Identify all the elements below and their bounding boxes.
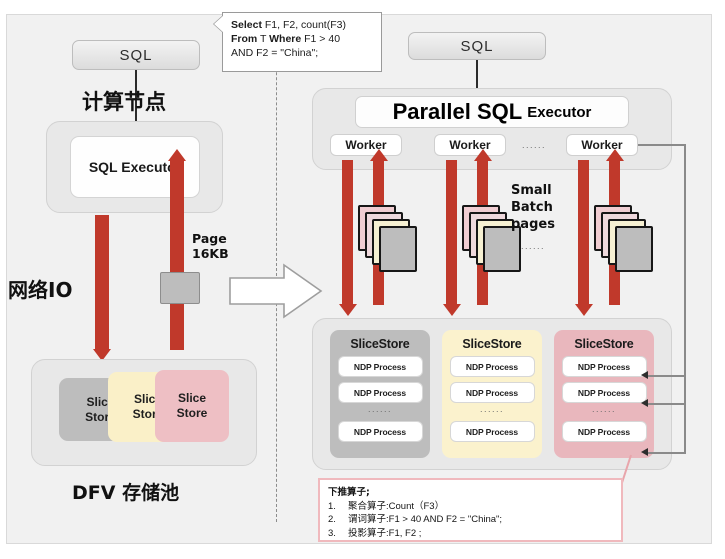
small-batch-pages-label: Small Batch pages [511, 182, 555, 233]
left-slice-store-3: Slice Store [155, 370, 229, 442]
ndp-process: NDP Process [449, 356, 535, 377]
left-slice-store-3-line2: Store [176, 406, 208, 420]
worker2-down-arrow [446, 160, 457, 305]
right-sql-arrow [476, 60, 478, 90]
page-label-line1: Page [192, 231, 227, 246]
dfv-storage-pool-title: DFV 存储池 [72, 482, 180, 504]
slice-store-column-1-ellipsis: ...... [367, 404, 392, 414]
ndp-feed-line-1 [648, 375, 685, 377]
slice-store-column-3-title: SliceStore [574, 337, 634, 351]
executor-title-small: Executor [527, 103, 592, 121]
callout-line2-mid: T [257, 33, 270, 45]
callout-line2-keyword1: From [231, 33, 258, 45]
legend-item-value: F1 > 40 AND F2 = "China"; [388, 514, 503, 525]
worker-box-2: Worker [434, 134, 506, 156]
callout-line2-rest: F1 > 40 [301, 33, 341, 45]
compute-node-title: 计算节点 [82, 90, 166, 114]
page-stack-1 [358, 205, 417, 283]
legend-item: 1. 聚合算子 : Count（F3） [328, 500, 613, 514]
slice-store-column-3-ellipsis: ...... [591, 404, 616, 414]
slice-store-column-3: SliceStore NDP Process NDP Process .....… [554, 330, 654, 458]
page-label-line2: 16KB [192, 246, 229, 261]
ndp-process: NDP Process [337, 382, 423, 403]
network-io-label: 网络IO [8, 278, 73, 302]
ndp-feed-arrow-3 [641, 448, 648, 456]
legend-item-number: 2. [328, 514, 336, 525]
callout-line2-keyword2: Where [269, 33, 302, 45]
worker-ellipsis: ...... [521, 140, 546, 150]
slice-store-column-1: SliceStore NDP Process NDP Process .....… [330, 330, 430, 458]
callout-line-2: From T Where F1 > 40 [231, 32, 374, 46]
small-batch-line3: pages [511, 217, 555, 232]
callout-line-3: AND F2 = "China"; [231, 47, 319, 59]
ndp-process: NDP Process [337, 421, 423, 442]
worker-bus-vertical [684, 144, 686, 454]
callout-line1-keyword: Select [231, 19, 262, 31]
page-16kb-card [160, 272, 200, 304]
left-sql-box: SQL [72, 40, 200, 70]
ndp-feed-arrow-1 [641, 371, 648, 379]
page-card [615, 226, 653, 272]
small-batch-line2: Batch [511, 200, 553, 215]
callout-line1-rest: F1, F2, count(F3) [261, 19, 346, 31]
legend-item-cn: 投影算子 [348, 527, 387, 539]
legend-item-number: 1. [328, 500, 336, 512]
page-label: Page 16KB [192, 231, 229, 261]
ndp-process: NDP Process [449, 382, 535, 403]
parallel-sql-executor-title: Parallel SQL Executor [355, 96, 629, 128]
slice-store-column-1-title: SliceStore [350, 337, 410, 351]
pushdown-operators-legend: 下推算子; 1. 聚合算子 : Count（F3） 2. 谓词算子 : F1 >… [318, 478, 623, 542]
slice-store-column-2-title: SliceStore [462, 337, 522, 351]
transform-arrow [228, 262, 324, 320]
slice-store-column-2-ellipsis: ...... [479, 404, 504, 414]
slice-store-column-2: SliceStore NDP Process NDP Process .....… [442, 330, 542, 458]
sql-callout: Select F1, F2, count(F3) From T Where F1… [214, 12, 382, 72]
legend-title: 下推算子; [328, 487, 370, 498]
page-card [379, 226, 417, 272]
ndp-feed-arrow-2 [641, 399, 648, 407]
ndp-process: NDP Process [561, 356, 647, 377]
ndp-feed-line-2 [648, 403, 685, 405]
worker-box-1: Worker [330, 134, 402, 156]
legend-item: 2. 谓词算子 : F1 > 40 AND F2 = "China"; [328, 513, 613, 527]
worker1-down-arrow [342, 160, 353, 305]
ndp-process: NDP Process [561, 421, 647, 442]
right-sql-box: SQL [408, 32, 546, 60]
batch-ellipsis: ...... [520, 241, 545, 251]
legend-item-value: F1, F2 ; [388, 527, 422, 539]
legend-item-number: 3. [328, 527, 336, 539]
callout-line-1: Select F1, F2, count(F3) [231, 18, 374, 32]
legend-item-value: Count（F3） [388, 500, 445, 512]
ndp-process: NDP Process [561, 382, 647, 403]
small-batch-line1: Small [511, 183, 552, 198]
page-stack-3 [594, 205, 653, 283]
executor-title-bold: Parallel SQL [392, 99, 523, 124]
network-io-down-arrow [95, 215, 109, 350]
legend-item-cn: 聚合算子 [348, 500, 387, 512]
worker-box-3: Worker [566, 134, 638, 156]
ndp-feed-line-3 [648, 452, 685, 454]
ndp-process: NDP Process [449, 421, 535, 442]
page-up-arrow [170, 160, 184, 350]
left-slice-store-3-line1: Slice [177, 391, 207, 405]
worker3-down-arrow [578, 160, 589, 305]
ndp-process: NDP Process [337, 356, 423, 377]
legend-item-cn: 谓词算子 [348, 514, 387, 525]
legend-item: 3. 投影算子 : F1, F2 ; [328, 527, 613, 541]
worker-bus-horizontal [638, 144, 686, 146]
callout-tail [214, 15, 224, 33]
diagram-canvas: SQL 计算节点 SQL Executor Page 16KB 网络IO Sli… [0, 0, 725, 559]
